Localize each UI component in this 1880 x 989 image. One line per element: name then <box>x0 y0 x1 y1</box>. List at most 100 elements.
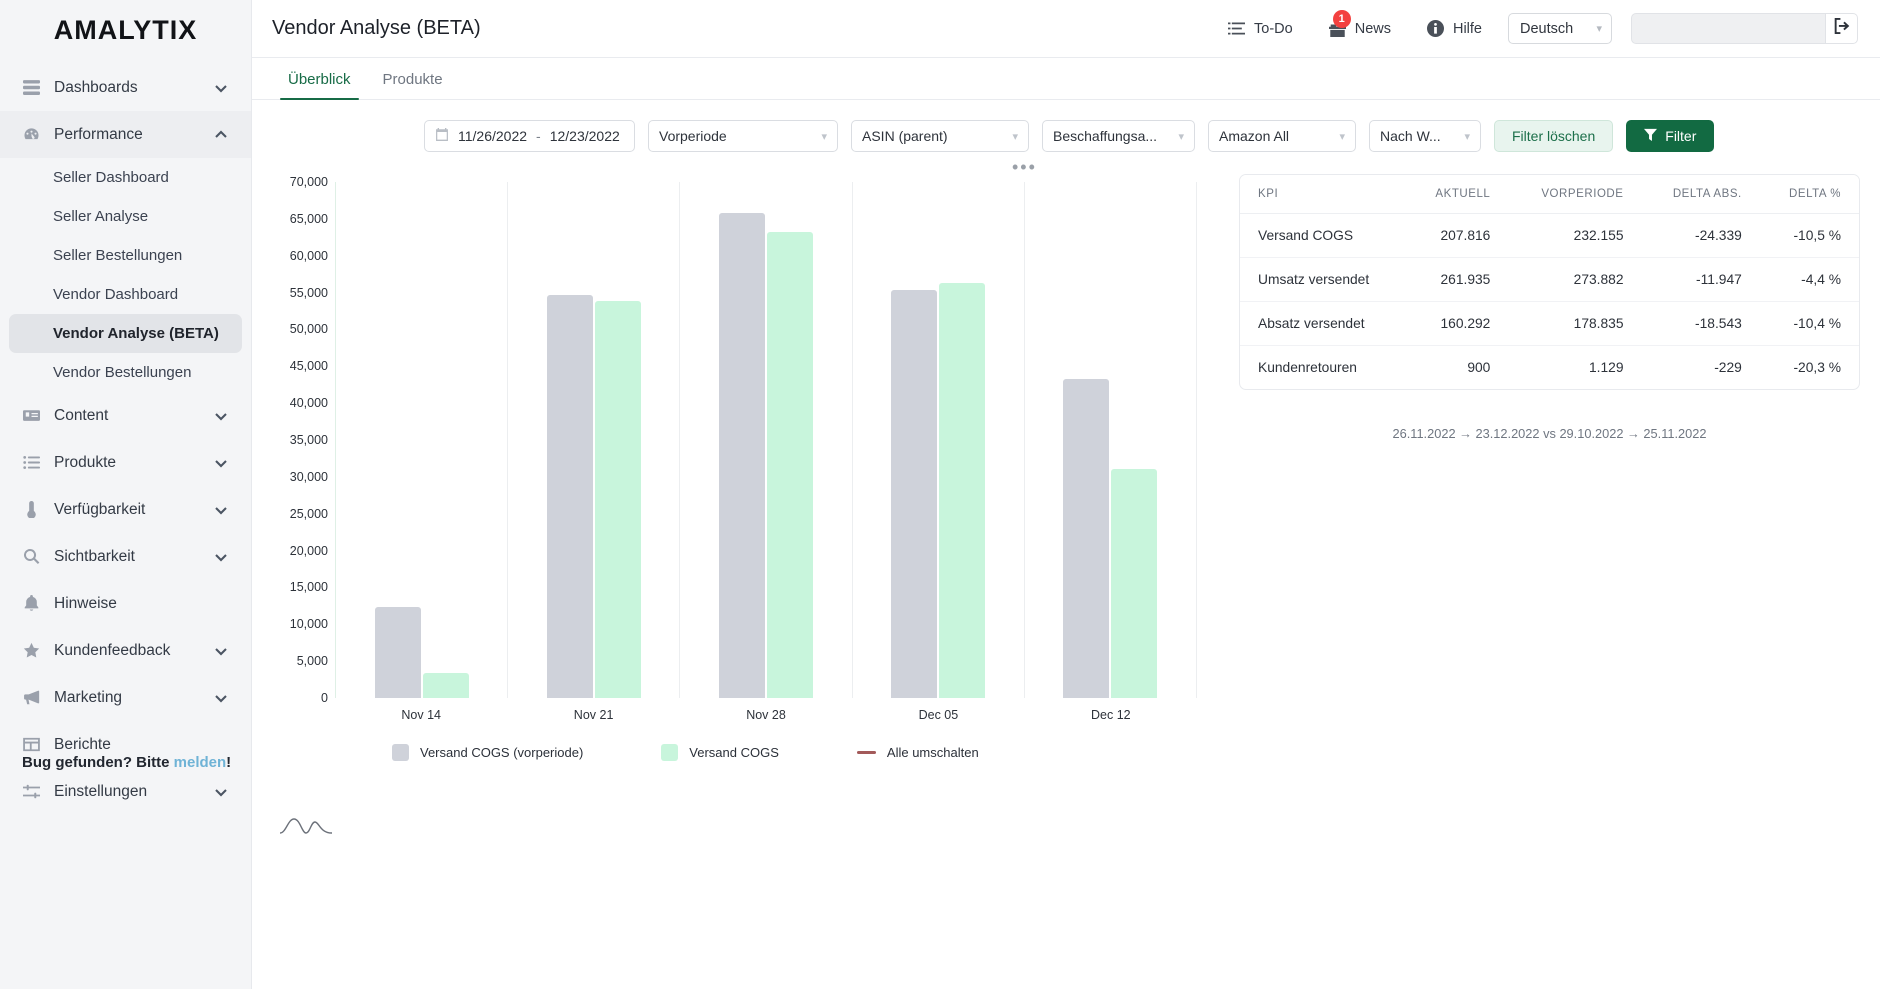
sidebar-group-produkte[interactable]: Produkte <box>0 439 251 486</box>
sidebar-item-seller-bestellungen[interactable]: Seller Bestellungen <box>9 236 242 275</box>
bar-previous[interactable] <box>891 290 938 698</box>
sidebar-group-kundenfeedback[interactable]: Kundenfeedback <box>0 627 251 674</box>
kpi-name: Umsatz versendet <box>1240 257 1406 302</box>
todo-list-icon <box>1228 20 1246 37</box>
y-axis-tick: 30,000 <box>289 469 328 484</box>
legend-item-previous[interactable]: Versand COGS (vorperiode) <box>392 744 583 761</box>
interval-value: Nach W... <box>1380 128 1441 144</box>
kpi-aktuell: 207.816 <box>1405 213 1509 258</box>
grouping-select[interactable]: ASIN (parent) ▾ <box>851 120 1029 152</box>
sidebar-item-vendor-analyse-beta[interactable]: Vendor Analyse (BETA) <box>9 314 242 353</box>
bar-chart: 70,000 65,000 60,000 55,000 50,000 45,000 40,0… <box>272 175 1198 722</box>
chevron-down-icon: ▾ <box>1596 23 1602 35</box>
sidebar-item-label: Vendor Dashboard <box>53 286 179 303</box>
bar-previous[interactable] <box>374 607 421 698</box>
language-select[interactable]: Deutsch ▾ <box>1508 13 1612 44</box>
chevron-down-icon: ▾ <box>1012 130 1018 143</box>
x-axis-tick: Nov 14 <box>401 708 441 722</box>
chevron-down-icon <box>213 80 229 96</box>
kpi-delta-pct: -20,3 % <box>1793 360 1841 375</box>
sidebar-group-content[interactable]: Content <box>0 392 251 439</box>
kpi-aktuell: 261.935 <box>1405 257 1509 302</box>
sidebar-group-verfuegbarkeit[interactable]: Verfügbarkeit <box>0 486 251 533</box>
content-icon <box>22 406 41 425</box>
date-range-picker[interactable]: 11/26/2022 - 12/23/2022 <box>424 120 635 152</box>
bar-current[interactable] <box>1111 468 1158 698</box>
kpi-col-kpi: KPI <box>1240 175 1406 214</box>
y-axis-tick: 55,000 <box>289 285 328 300</box>
sidebar-item-seller-analyse[interactable]: Seller Analyse <box>9 197 242 236</box>
performance-icon <box>22 125 41 144</box>
kpi-panel: KPI AKTUELL VORPERIODE DELTA ABS. DELTA … <box>1197 152 1860 837</box>
help-label: Hilfe <box>1452 20 1482 37</box>
sidebar-group-label: Kundenfeedback <box>54 641 171 659</box>
bar-previous[interactable] <box>1063 378 1110 698</box>
y-axis-tick: 15,000 <box>289 580 328 595</box>
sidebar-group-label: Performance <box>54 125 143 143</box>
kpi-col-delta-pct: DELTA % <box>1759 175 1859 214</box>
kpi-vorperiode: 1.129 <box>1588 360 1624 375</box>
sidebar-group-label: Produkte <box>54 453 117 471</box>
clear-filter-button[interactable]: Filter löschen <box>1494 120 1614 152</box>
chevron-down-icon <box>213 549 229 565</box>
kpi-name: Kundenretouren <box>1258 360 1357 375</box>
search-input[interactable] <box>1631 13 1826 44</box>
legend-label-toggle-all: Alle umschalten <box>886 745 979 760</box>
sidebar-item-seller-dashboard[interactable]: Seller Dashboard <box>9 158 242 197</box>
bug-report-suffix: ! <box>226 754 232 771</box>
marketplace-select[interactable]: Amazon All ▾ <box>1208 120 1356 152</box>
interval-select[interactable]: Nach W... ▾ <box>1369 120 1481 152</box>
bar-current[interactable] <box>422 672 469 698</box>
y-axis-tick: 20,000 <box>289 543 328 558</box>
logout-button[interactable] <box>1826 13 1858 44</box>
bar-previous[interactable] <box>546 294 593 698</box>
compare-period-select[interactable]: Vorperiode ▾ <box>648 120 838 152</box>
sidebar-group-marketing[interactable]: Marketing <box>0 674 251 721</box>
bug-report-link[interactable]: melden <box>174 754 227 771</box>
availability-icon <box>22 500 41 519</box>
kpi-delta-pct: -4,4 % <box>1759 257 1859 302</box>
sidebar-group-label: Content <box>54 406 109 424</box>
x-axis-tick: Nov 28 <box>746 708 786 722</box>
todo-label: To-Do <box>1254 20 1293 37</box>
sparkline-icon[interactable] <box>278 813 334 837</box>
kpi-col-vorperiode: VORPERIODE <box>1508 175 1642 214</box>
kpi-delta-abs: -11.947 <box>1641 257 1760 302</box>
sidebar-group-hinweise[interactable]: Hinweise <box>0 580 251 627</box>
sidebar-item-label: Seller Dashboard <box>53 169 169 186</box>
tab-ueberblick[interactable]: Überblick <box>272 71 367 100</box>
apply-filter-button[interactable]: Filter <box>1626 120 1715 152</box>
x-axis-tick: Dec 05 <box>918 708 959 722</box>
source-value: Beschaffungsa... <box>1053 128 1158 144</box>
chevron-down-icon <box>213 408 229 424</box>
chevron-up-icon <box>213 127 229 143</box>
bar-current[interactable] <box>939 283 986 698</box>
tab-produkte[interactable]: Produkte <box>367 71 459 99</box>
legend-item-toggle-all[interactable]: Alle umschalten <box>856 745 979 760</box>
sidebar-group-einstellungen[interactable]: Einstellungen <box>0 768 251 815</box>
products-icon <box>22 453 41 472</box>
legend-item-current[interactable]: Versand COGS <box>661 744 779 761</box>
reports-icon <box>22 735 41 754</box>
bar-previous[interactable] <box>719 212 765 698</box>
news-button[interactable]: 1 News <box>1311 10 1409 37</box>
chart-options-button[interactable]: ••• <box>1012 158 1037 176</box>
sidebar-item-vendor-dashboard[interactable]: Vendor Dashboard <box>9 275 242 314</box>
sidebar-group-sichtbarkeit[interactable]: Sichtbarkeit <box>0 533 251 580</box>
chevron-down-icon <box>213 502 229 518</box>
kpi-delta-abs: -229 <box>1714 360 1742 375</box>
kpi-name: Versand COGS <box>1240 213 1406 258</box>
sidebar-group-performance[interactable]: Performance <box>0 111 251 158</box>
bar-current[interactable] <box>594 301 641 698</box>
kpi-vorperiode: 273.882 <box>1508 257 1642 302</box>
sidebar-group-label: Marketing <box>54 688 123 706</box>
bug-report-line: Bug gefunden? Bitte melden! <box>22 754 231 771</box>
kpi-delta-abs: -24.339 <box>1641 213 1760 258</box>
source-select[interactable]: Beschaffungsa... ▾ <box>1042 120 1195 152</box>
sidebar-group-label: Berichte <box>54 735 111 753</box>
sidebar-item-vendor-bestellungen[interactable]: Vendor Bestellungen <box>9 353 242 392</box>
sidebar-group-dashboards[interactable]: Dashboards <box>0 64 251 111</box>
bar-current[interactable] <box>767 232 813 698</box>
todo-button[interactable]: To-Do <box>1210 20 1311 37</box>
help-button[interactable]: Hilfe <box>1409 20 1500 37</box>
